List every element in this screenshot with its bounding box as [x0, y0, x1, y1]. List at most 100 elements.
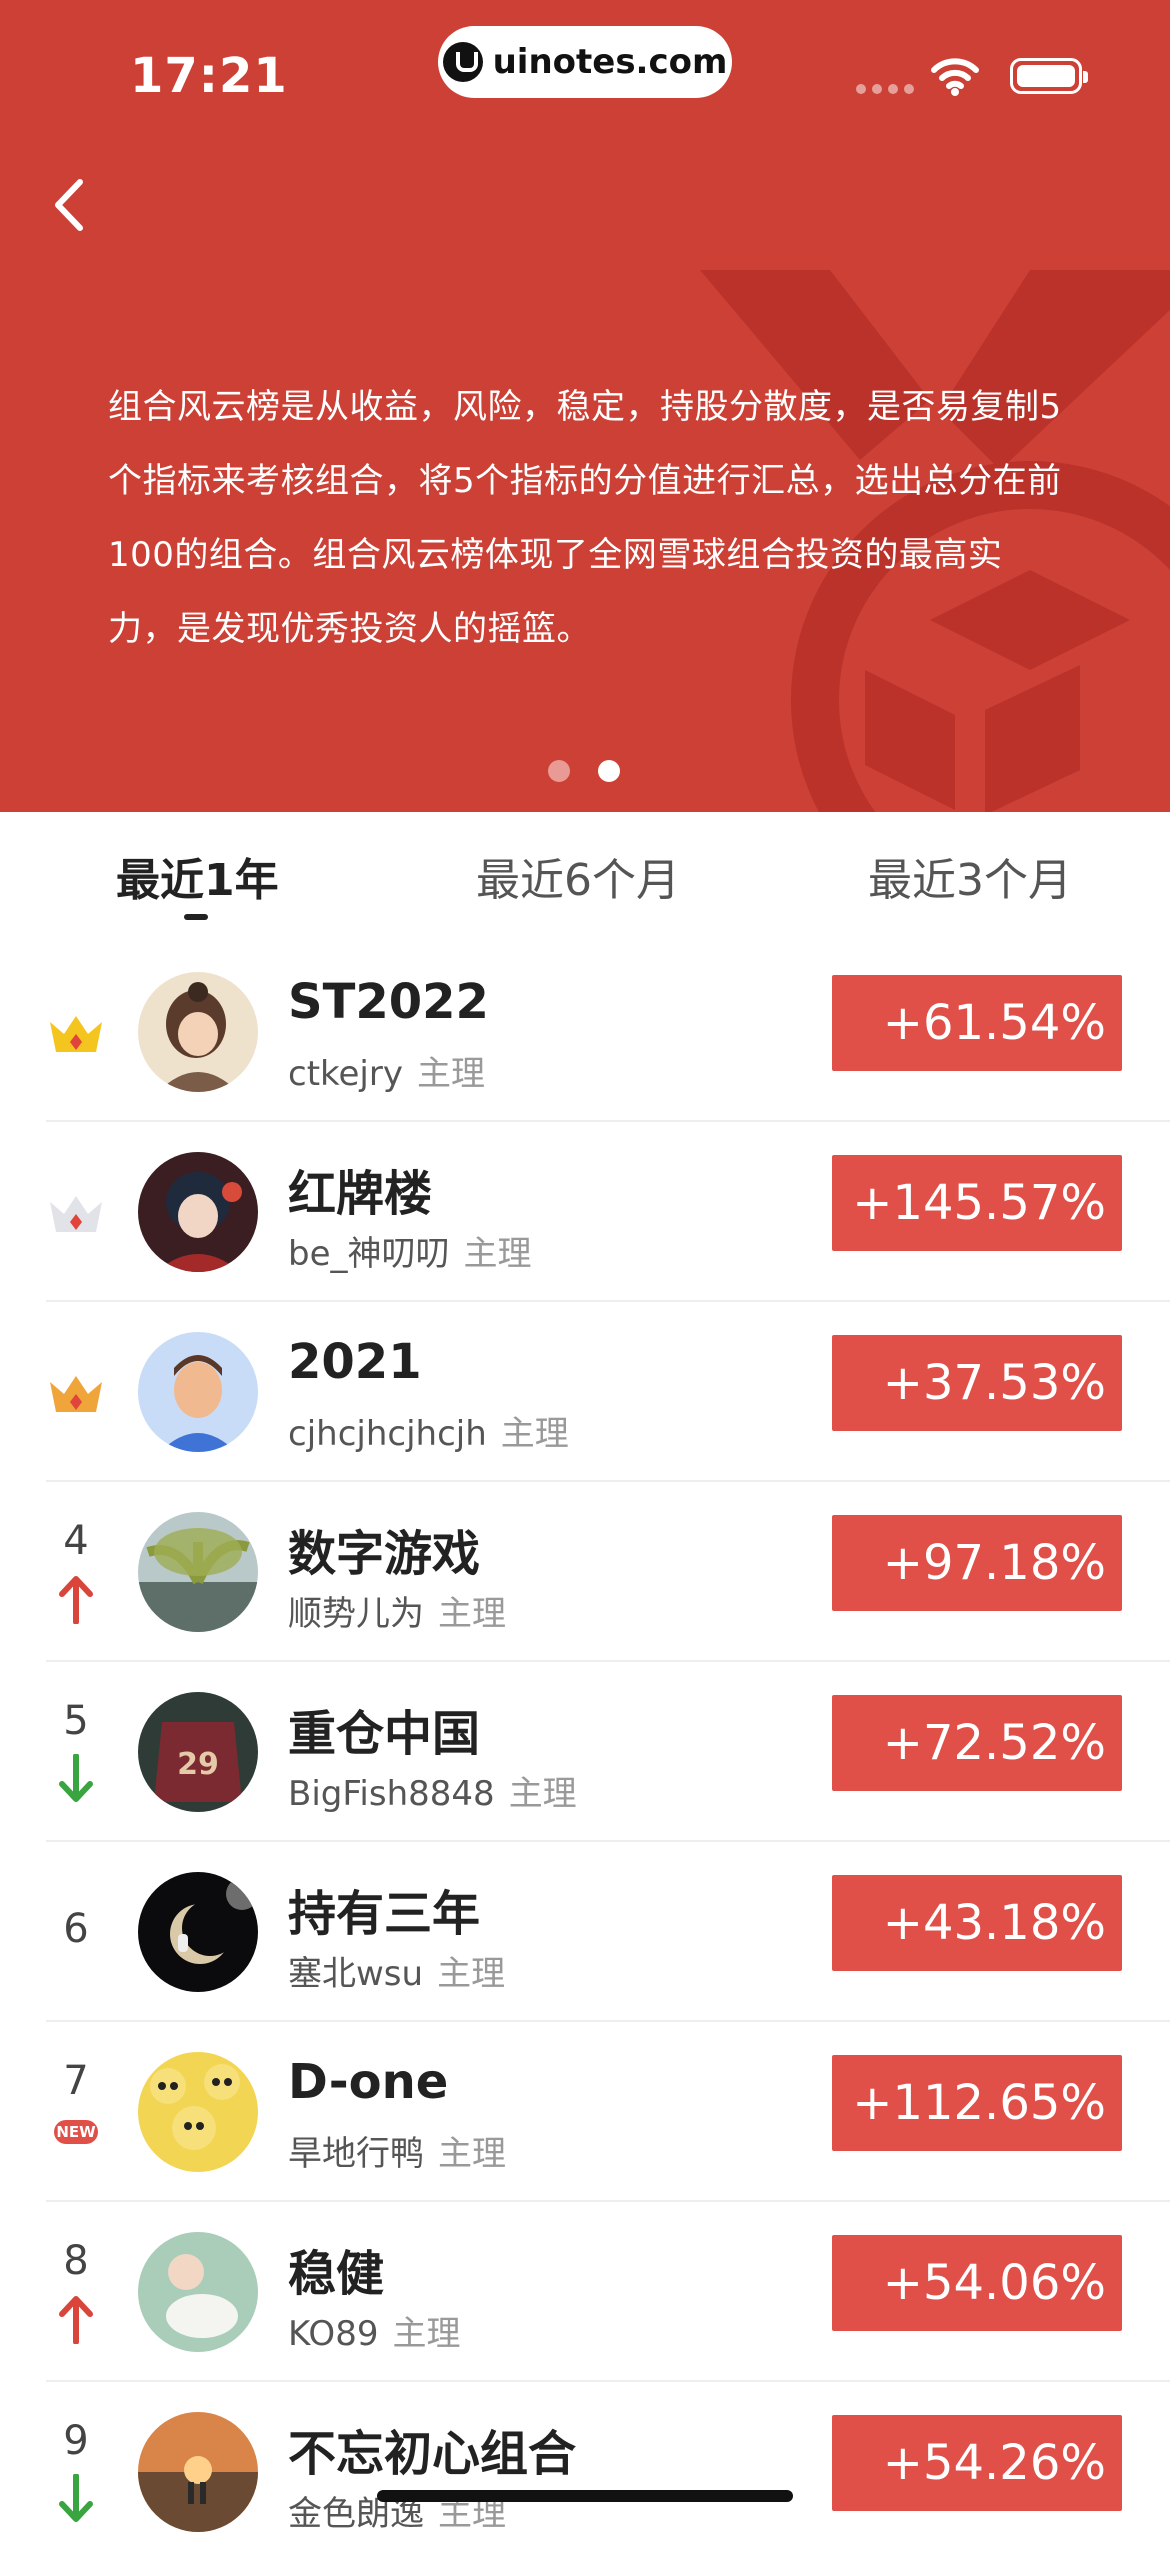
portfolio-owner: BigFish8848 主理 [288, 1766, 577, 1815]
portfolio-owner: 塞北wsu 主理 [288, 1946, 505, 1995]
url-text: uinotes.com [492, 42, 728, 82]
rank-number: 5 [63, 1698, 89, 1744]
rank-indicator [34, 1122, 118, 1302]
silver-crown-icon [50, 1196, 102, 1232]
list-item[interactable]: 6 持有三年 塞北wsu 主理 +43.18% [0, 1842, 1170, 2022]
return-value: +61.54% [832, 975, 1122, 1071]
wifi-icon [931, 58, 979, 96]
portfolio-owner: 旱地行鸭 主理 [288, 2126, 506, 2175]
owner-name[interactable]: cjhcjhcjhcjh [288, 1414, 487, 1454]
portfolio-name: 稳健 [288, 2246, 385, 2302]
portfolio-name: D-one [288, 2054, 449, 2110]
rank-indicator: 8 [34, 2202, 118, 2382]
cellular-signal-icon [856, 84, 914, 94]
rank-indicator: 7 NEW [34, 2022, 118, 2202]
portfolio-owner: be_神叨叨 主理 [288, 1226, 532, 1275]
carousel-dot-1[interactable] [548, 760, 570, 782]
list-item[interactable]: 8 稳健 KO89 主理 +54.06% [0, 2202, 1170, 2382]
avatar [138, 1332, 258, 1452]
home-indicator [377, 2490, 793, 2502]
owner-name[interactable]: 旱地行鸭 [288, 2134, 424, 2174]
new-badge-text: NEW [56, 2123, 96, 2141]
return-value: +97.18% [832, 1515, 1122, 1611]
rank-indicator: 5 [34, 1662, 118, 1842]
avatar [138, 1152, 258, 1272]
bronze-crown-icon [50, 1376, 102, 1412]
portfolio-name: 持有三年 [288, 1886, 481, 1942]
avatar [138, 972, 258, 1092]
rank-number: 4 [63, 1518, 89, 1564]
avatar: 29 [138, 1692, 258, 1812]
portfolio-name: 重仓中国 [288, 1706, 481, 1762]
portfolio-name: ST2022 [288, 974, 489, 1030]
avatar [138, 1872, 258, 1992]
portfolio-name: 不忘初心组合 [288, 2426, 577, 2482]
return-value: +145.57% [832, 1155, 1122, 1251]
owner-role: 主理 [416, 1054, 485, 1094]
owner-role: 主理 [392, 2314, 461, 2354]
arrow-down-icon [59, 2474, 93, 2522]
battery-icon [1010, 58, 1088, 94]
header-banner: 17:21 uinotes.com 组合风云榜是从收益，风险，稳定，持股分散度，… [0, 0, 1170, 812]
url-pill: uinotes.com [438, 26, 732, 98]
portfolio-name: 2021 [288, 1334, 422, 1390]
avatar [138, 2412, 258, 2532]
list-item[interactable]: 9 不忘初心组合 金色朗逸 主理 +54.26% [0, 2382, 1170, 2562]
return-value: +54.26% [832, 2415, 1122, 2511]
arrow-up-icon [59, 1576, 93, 1624]
list-item[interactable]: 7 NEW D-one 旱地行鸭 主理 +112.65% [0, 2022, 1170, 2202]
list-item[interactable]: 5 29 重仓中国 BigFish8848 主理 +72.52% [0, 1662, 1170, 1842]
owner-name[interactable]: be_神叨叨 [288, 1234, 450, 1274]
arrow-down-icon [59, 1754, 93, 1802]
return-value: +37.53% [832, 1335, 1122, 1431]
return-value: +112.65% [832, 2055, 1122, 2151]
back-button[interactable] [44, 170, 104, 240]
owner-role: 主理 [437, 1954, 506, 1994]
portfolio-owner: 顺势儿为 主理 [288, 1586, 506, 1635]
rank-indicator: 6 [34, 1842, 118, 2022]
rank-indicator: 9 [34, 2382, 118, 2562]
list-item[interactable]: 4 数字游戏 顺势儿为 主理 +97.18% [0, 1482, 1170, 1662]
rank-number: 8 [63, 2238, 89, 2284]
portfolio-owner: ctkejry 主理 [288, 1046, 485, 1095]
owner-name[interactable]: 塞北wsu [288, 1954, 423, 1994]
owner-name[interactable]: ctkejry [288, 1054, 403, 1094]
portfolio-owner: KO89 主理 [288, 2306, 460, 2355]
arrow-up-icon [59, 2296, 93, 2344]
owner-name[interactable]: BigFish8848 [288, 1774, 495, 1814]
owner-name[interactable]: 顺势儿为 [288, 1594, 424, 1634]
tab-last-3-months[interactable]: 最近3个月 [868, 844, 1072, 908]
list-item[interactable]: 红牌楼 be_神叨叨 主理 +145.57% [0, 1122, 1170, 1302]
owner-role: 主理 [438, 2134, 506, 2174]
rank-number: 6 [63, 1906, 89, 1952]
tab-last-6-months[interactable]: 最近6个月 [476, 844, 680, 908]
avatar [138, 1512, 258, 1632]
rank-indicator [34, 942, 118, 1122]
carousel-dot-2[interactable] [598, 760, 620, 782]
list-item[interactable]: ST2022 ctkejry 主理 +61.54% [0, 942, 1170, 1122]
avatar [138, 2052, 258, 2172]
owner-role: 主理 [508, 1774, 577, 1814]
owner-role: 主理 [463, 1234, 532, 1274]
owner-name[interactable]: KO89 [288, 2314, 378, 2354]
portfolio-owner: cjhcjhcjhcjh 主理 [288, 1406, 569, 1455]
active-tab-indicator [184, 914, 208, 920]
avatar [138, 2232, 258, 2352]
list-item[interactable]: 2021 cjhcjhcjhcjh 主理 +37.53% [0, 1302, 1170, 1482]
svg-text:29: 29 [177, 1747, 219, 1782]
rank-number: 9 [63, 2418, 89, 2464]
portfolio-name: 数字游戏 [288, 1526, 481, 1582]
return-value: +72.52% [832, 1695, 1122, 1791]
tab-last-1-year[interactable]: 最近1年 [116, 844, 279, 908]
owner-role: 主理 [500, 1414, 569, 1454]
gold-crown-icon [50, 1016, 102, 1052]
owner-role: 主理 [438, 1594, 506, 1634]
portfolio-name: 红牌楼 [288, 1166, 433, 1222]
ranking-description: 组合风云榜是从收益，风险，稳定，持股分散度，是否易复制5个指标来考核组合，将5个… [108, 387, 1062, 649]
rank-indicator: 4 [34, 1482, 118, 1662]
return-value: +54.06% [832, 2235, 1122, 2331]
site-logo-icon [442, 42, 483, 82]
carousel-indicator [548, 760, 620, 782]
period-tabs: 最近1年 最近6个月 最近3个月 [0, 812, 1170, 942]
status-time: 17:21 [130, 48, 288, 104]
